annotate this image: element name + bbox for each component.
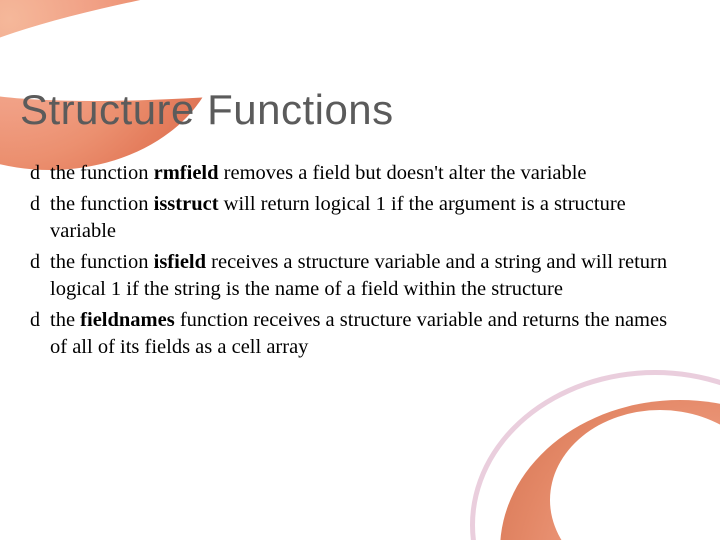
bullet-item: d the fieldnames function receives a str… <box>30 307 686 361</box>
slide-title: Structure Functions <box>20 86 394 134</box>
bullet-text: the function isstruct will return logica… <box>50 191 686 245</box>
bullet-item: d the function isfield receives a struct… <box>30 249 686 303</box>
bullet-icon: d <box>30 160 50 186</box>
bullet-icon: d <box>30 307 50 333</box>
bullet-icon: d <box>30 249 50 275</box>
slide: Structure Functions d the function rmfie… <box>0 0 720 540</box>
slide-body: d the function rmfield removes a field b… <box>30 160 686 365</box>
bullet-text: the function rmfield removes a field but… <box>50 160 587 187</box>
bullet-item: d the function isstruct will return logi… <box>30 191 686 245</box>
bullet-text: the function isfield receives a structur… <box>50 249 686 303</box>
bullet-icon: d <box>30 191 50 217</box>
bullet-item: d the function rmfield removes a field b… <box>30 160 686 187</box>
bullet-text: the fieldnames function receives a struc… <box>50 307 686 361</box>
